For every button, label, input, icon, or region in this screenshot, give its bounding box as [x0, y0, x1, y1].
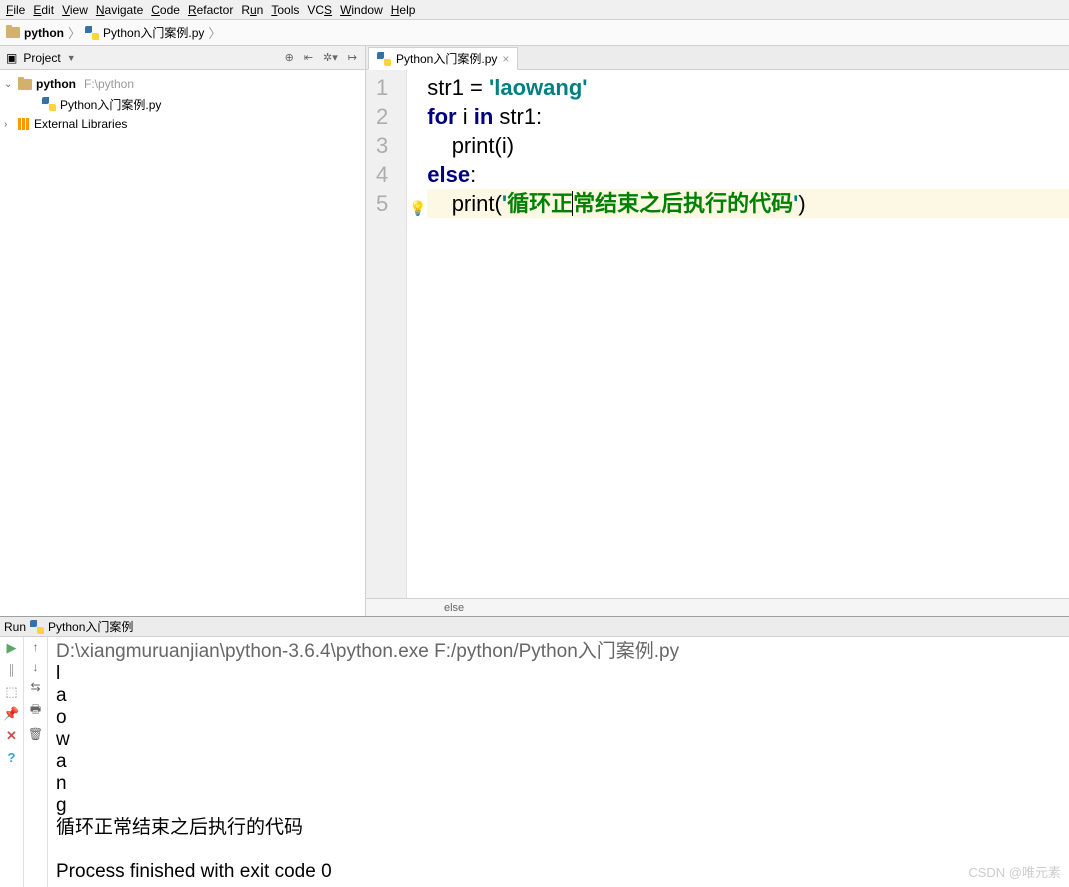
menu-edit[interactable]: Edit [33, 3, 54, 17]
project-tool-icon: ▣ [6, 51, 17, 65]
expand-icon[interactable]: › [4, 119, 14, 130]
run-panel: Run Python入门案例 ▶ ∥ ⬚ 📌 ✕ ? ↑ ↓ ⇆ 🖶 🗑 D:\… [0, 616, 1069, 887]
breadcrumb: python 〉 Python入门案例.py 〉 [0, 20, 1069, 46]
chevron-icon: 〉 [68, 23, 81, 42]
menu-run[interactable]: Run [241, 3, 263, 17]
menu-tools[interactable]: Tools [271, 3, 299, 17]
trash-icon[interactable]: 🗑 [28, 727, 43, 741]
menu-window[interactable]: Window [340, 3, 383, 17]
sidebar-header: ▣ Project ▼ ⊕ ⇤ ✲▾ ↦ [0, 46, 365, 70]
python-icon [85, 26, 99, 40]
scroll-from-source-icon[interactable]: ⊕ [283, 51, 296, 64]
breadcrumb-root[interactable]: python [24, 26, 64, 40]
gutter: 12345 [366, 70, 407, 598]
python-icon [377, 52, 391, 66]
crumb-else[interactable]: else [444, 602, 464, 614]
wrap-icon[interactable]: ⇆ [30, 680, 40, 694]
python-icon [30, 620, 44, 634]
editor-breadcrumb: else [366, 598, 1069, 616]
editor-area: Python入门案例.py × 12345 str1 = 'laowang' f… [366, 46, 1069, 616]
run-toolbar-left: ▶ ∥ ⬚ 📌 ✕ ? [0, 637, 24, 887]
editor-tabs: Python入门案例.py × [366, 46, 1069, 70]
folder-icon [6, 27, 20, 38]
editor-tab[interactable]: Python入门案例.py × [368, 47, 518, 70]
menu-file[interactable]: FFileile [6, 3, 25, 17]
library-icon [18, 118, 30, 130]
tree-file-label: Python入门案例.py [60, 96, 161, 113]
tree-root-path: F:\python [84, 77, 134, 91]
run-config-name[interactable]: Python入门案例 [48, 618, 133, 635]
sidebar-title[interactable]: Project [23, 51, 60, 65]
menu-vcs[interactable]: VCS [307, 3, 332, 17]
close-icon[interactable]: ✕ [6, 728, 17, 744]
hide-icon[interactable]: ↦ [346, 51, 359, 64]
dropdown-icon[interactable]: ▼ [67, 53, 76, 63]
menu-view[interactable]: View [62, 3, 88, 17]
stop-icon[interactable]: ∥ [8, 662, 15, 678]
project-tree: ⌄ python F:\python Python入门案例.py › Exter… [0, 70, 365, 138]
menu-refactor[interactable]: Refactor [188, 3, 233, 17]
console-output[interactable]: D:\xiangmuruanjian\python-3.6.4\python.e… [48, 637, 1069, 887]
collapse-icon[interactable]: ⇤ [302, 51, 315, 64]
up-icon[interactable]: ↑ [33, 640, 39, 654]
close-icon[interactable]: × [502, 52, 509, 66]
settings-icon[interactable]: ✲▾ [321, 51, 340, 64]
watermark: CSDN @唯元素 [968, 862, 1061, 881]
rerun-icon[interactable]: ▶ [7, 640, 17, 656]
bulb-icon[interactable]: 💡 [409, 194, 426, 223]
down-icon[interactable]: ↓ [33, 660, 39, 674]
breadcrumb-file[interactable]: Python入门案例.py [103, 24, 204, 41]
expand-icon[interactable]: ⌄ [4, 79, 14, 90]
run-label: Run [4, 620, 26, 634]
tree-root[interactable]: ⌄ python F:\python [0, 74, 365, 94]
code-editor[interactable]: 12345 str1 = 'laowang' for i in str1: pr… [366, 70, 1069, 598]
run-header: Run Python入门案例 [0, 617, 1069, 637]
print-icon[interactable]: 🖶 [30, 700, 41, 721]
menu-bar: FFileile Edit View Navigate Code Refacto… [0, 0, 1069, 20]
help-icon[interactable]: ? [8, 750, 16, 765]
code-content[interactable]: str1 = 'laowang' for i in str1: print(i)… [407, 70, 1069, 598]
debug-icon[interactable]: ⬚ [5, 684, 17, 700]
pin-icon[interactable]: 📌 [3, 706, 19, 722]
menu-code[interactable]: Code [151, 3, 180, 17]
project-sidebar: ▣ Project ▼ ⊕ ⇤ ✲▾ ↦ ⌄ python F:\python … [0, 46, 366, 616]
tree-root-label: python [36, 77, 76, 91]
tree-file[interactable]: Python入门案例.py [0, 94, 365, 114]
python-icon [42, 97, 56, 111]
tree-ext-label: External Libraries [34, 117, 127, 131]
menu-help[interactable]: Help [391, 3, 416, 17]
run-toolbar-2: ↑ ↓ ⇆ 🖶 🗑 [24, 637, 48, 887]
folder-icon [18, 79, 32, 90]
tab-label: Python入门案例.py [396, 50, 497, 67]
tree-external-libs[interactable]: › External Libraries [0, 114, 365, 134]
chevron-icon: 〉 [208, 23, 221, 42]
menu-navigate[interactable]: Navigate [96, 3, 143, 17]
